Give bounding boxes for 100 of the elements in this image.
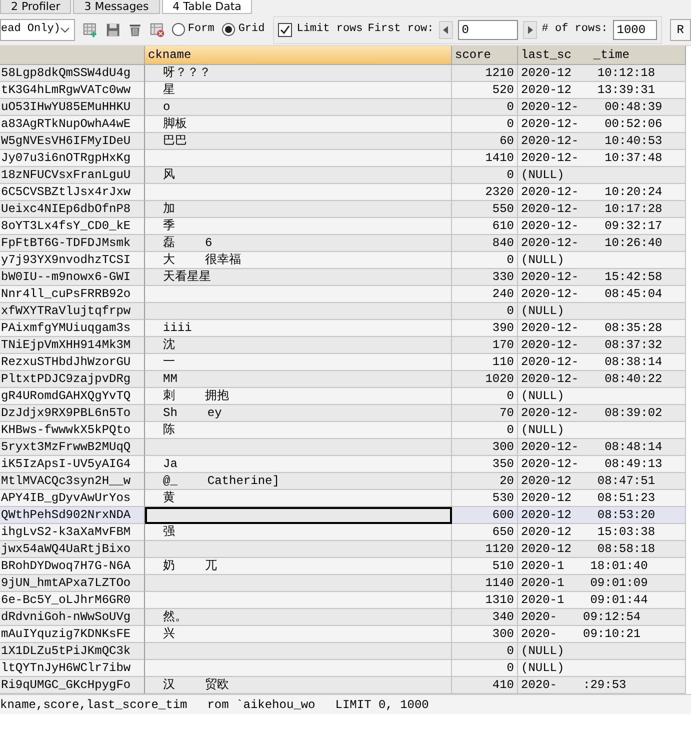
table-cell: 410 xyxy=(452,677,518,694)
table-cell: 呀？？？ xyxy=(145,65,452,82)
table-cell: QWthPehSd902NrxNDA xyxy=(0,507,145,524)
table-cell: 70 xyxy=(452,405,518,422)
table-cell: jwx54aWQ4UaRtjBixo xyxy=(0,541,145,558)
table-cell: @_ Catherine] xyxy=(145,473,452,490)
table-cell: 2020-12- 08:37:32 xyxy=(518,337,686,354)
column-header[interactable]: score xyxy=(452,46,518,65)
table-cell: MtlMVACQc3syn2H__w xyxy=(0,473,145,490)
table-cell: uO53IHwYU85EMuHHKU xyxy=(0,99,145,116)
table-cell: dRdvniGoh-nWwSoUVg xyxy=(0,609,145,626)
table-cell: (NULL) xyxy=(518,643,686,660)
previous-button[interactable] xyxy=(438,20,453,38)
table-cell: 1020 xyxy=(452,371,518,388)
table-cell: 2020-12- 10:37:48 xyxy=(518,150,686,167)
table-cell: 0 xyxy=(452,303,518,320)
table-cell: 汉 贸欧 xyxy=(145,677,452,694)
radio-button[interactable] xyxy=(222,23,236,36)
table-cell: 黄 xyxy=(145,490,452,507)
refresh-button[interactable]: R xyxy=(670,18,691,40)
checkbox-label[interactable]: Limit rows xyxy=(296,21,363,38)
table-cell: 1210 xyxy=(452,65,518,82)
table-cell: 110 xyxy=(452,354,518,371)
table-cell: 2020-12 08:58:18 xyxy=(518,541,686,558)
rows-field[interactable]: 1000 xyxy=(612,20,657,40)
table-cell: 沈 xyxy=(145,337,452,354)
table-cell: 0 xyxy=(452,99,518,116)
table-cell: 兴 xyxy=(145,626,452,643)
table-cell: 2020-12- 08:39:02 xyxy=(518,405,686,422)
table-cell: (NULL) xyxy=(518,422,686,439)
table-cell: 1X1DLZu5tPiJKmQC3k xyxy=(0,643,145,660)
table-cell: 350 xyxy=(452,456,518,473)
delete-row-icon[interactable] xyxy=(150,22,164,38)
table-cell: W5gNVEsVH6IFMyIDeU xyxy=(0,133,145,150)
table-cell: Nnr4ll_cuPsFRRB92o xyxy=(0,286,145,303)
table-cell: 风 xyxy=(145,167,452,184)
table-cell: 2020-12- 10:20:24 xyxy=(518,184,686,201)
radio-button[interactable] xyxy=(172,23,185,36)
table-cell: 刺 拥抱 xyxy=(145,388,452,405)
column-header[interactable]: last_sc _time xyxy=(518,46,686,65)
table-cell: 陈 xyxy=(145,422,452,439)
table-cell: 8oYT3Lx4fsY_CD0_kE xyxy=(0,218,145,235)
table-cell: 2020-1 09:01:09 xyxy=(518,575,686,592)
table-cell: 2020-12- 00:52:06 xyxy=(518,116,686,133)
table-cell: PltxtPDJC9zajpvDRg xyxy=(0,371,145,388)
caret-icon[interactable] xyxy=(60,26,70,32)
table-cell: 300 xyxy=(452,439,518,456)
table-cell: 一 xyxy=(145,354,452,371)
table-cell: (NULL) xyxy=(518,252,686,269)
mode-dropdown[interactable]: ead Only) xyxy=(0,18,76,40)
table-cell: 840 xyxy=(452,235,518,252)
table-cell: 2020-12 08:53:20 xyxy=(518,507,686,524)
trash-icon[interactable] xyxy=(128,22,142,38)
status-bar: kname,score,last_score_tim rom `aikehou_wo LIMIT 0, 1000 xyxy=(0,694,691,714)
radio-label[interactable]: Grid xyxy=(238,21,265,38)
table-cell: 60 xyxy=(452,133,518,150)
tab[interactable]: 2 Profiler xyxy=(0,0,72,14)
table-cell: 1140 xyxy=(452,575,518,592)
save-icon[interactable] xyxy=(106,22,120,38)
first-row-field[interactable]: 0 xyxy=(458,20,518,40)
table-cell: 大 很幸福 xyxy=(145,252,452,269)
add-row-icon[interactable] xyxy=(83,22,98,38)
table-cell: 2020-12- 08:40:22 xyxy=(518,371,686,388)
table-cell: 0 xyxy=(452,422,518,439)
table-cell: 1310 xyxy=(452,592,518,609)
table-cell: MM xyxy=(145,371,452,388)
tab[interactable]: 4 Table Data xyxy=(162,0,252,14)
table-cell: iiii xyxy=(145,320,452,337)
table-cell: 2020-12 08:51:23 xyxy=(518,490,686,507)
table-cell: ltQYTnJyH6WClr7ibw xyxy=(0,660,145,677)
table-cell: DzJdjx9RX9PBL6n5To xyxy=(0,405,145,422)
checkbox[interactable] xyxy=(278,22,292,36)
table-cell: 510 xyxy=(452,558,518,575)
table-cell: o xyxy=(145,99,452,116)
column-header[interactable]: ckname xyxy=(145,46,452,65)
table-cell: 2020-12- 08:45:04 xyxy=(518,286,686,303)
radio-label[interactable]: Form xyxy=(188,21,214,38)
table-cell: PAixmfgYMUiuqgam3s xyxy=(0,320,145,337)
table-cell: (NULL) xyxy=(518,388,686,405)
tab[interactable]: 3 Messages xyxy=(73,0,160,14)
table-cell: 2020-12- 00:48:39 xyxy=(518,99,686,116)
table-cell: 610 xyxy=(452,218,518,235)
table-cell: 1410 xyxy=(452,150,518,167)
next-button[interactable] xyxy=(522,20,537,38)
table-cell: 2020-12- 08:49:13 xyxy=(518,456,686,473)
table-cell: Ri9qUMGC_GKcHpygFo xyxy=(0,677,145,694)
table-cell: 2020-1 18:01:40 xyxy=(518,558,686,575)
table-cell: 170 xyxy=(452,337,518,354)
table-cell: 650 xyxy=(452,524,518,541)
table-cell: 0 xyxy=(452,643,518,660)
table-cell: TNiEjpVmXHH914Mk3M xyxy=(0,337,145,354)
table-cell: 1120 xyxy=(452,541,518,558)
table-cell: 加 xyxy=(145,201,452,218)
table-cell: 58Lgp8dkQmSSW4dU4g xyxy=(0,65,145,82)
table-cell: 340 xyxy=(452,609,518,626)
table-cell: 星 xyxy=(145,82,452,99)
table-cell: Jy07u3i6nOTRgpHxKg xyxy=(0,150,145,167)
table-cell: 2020-12- 08:35:28 xyxy=(518,320,686,337)
table-cell: 2320 xyxy=(452,184,518,201)
field-label: First row: xyxy=(368,22,434,38)
